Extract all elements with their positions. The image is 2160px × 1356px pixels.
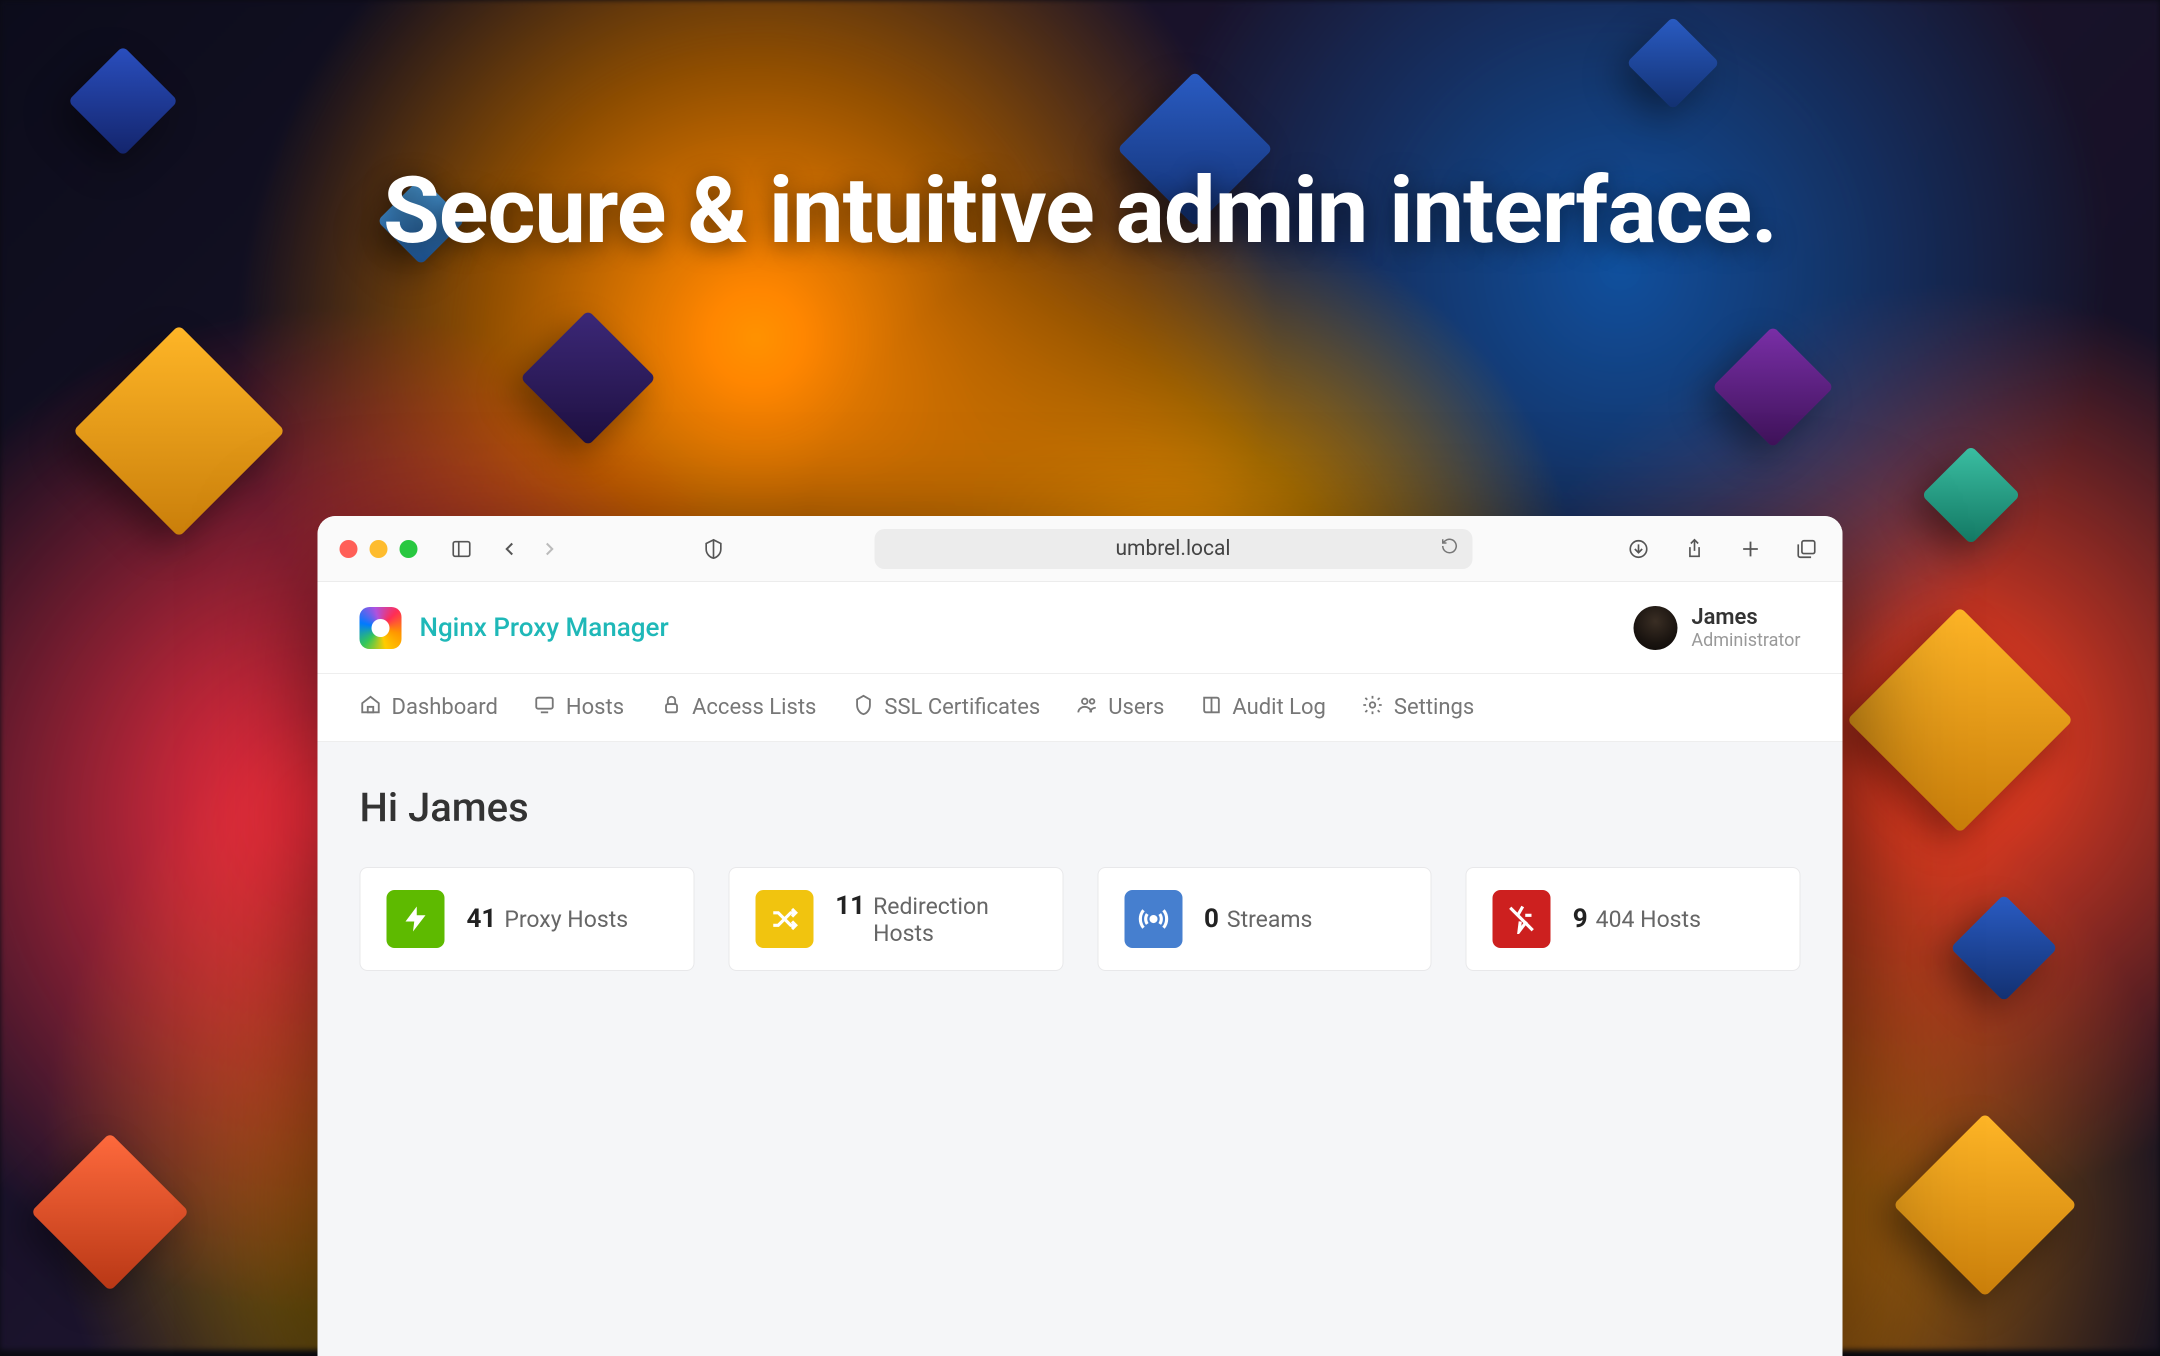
- nav-label: Dashboard: [392, 695, 498, 720]
- gear-icon: [1362, 694, 1384, 722]
- nav-settings[interactable]: Settings: [1362, 694, 1474, 722]
- avatar: [1633, 606, 1677, 650]
- nav-access-lists[interactable]: Access Lists: [660, 694, 816, 722]
- app-nav: Dashboard Hosts Access Lists SSL Certifi…: [318, 674, 1843, 742]
- close-window-button[interactable]: [340, 540, 358, 558]
- nav-label: SSL Certificates: [884, 695, 1040, 720]
- downloads-icon[interactable]: [1625, 535, 1653, 563]
- reload-icon[interactable]: [1440, 537, 1458, 561]
- nav-label: Users: [1108, 695, 1164, 720]
- shield-icon[interactable]: [700, 535, 728, 563]
- card-label: Streams: [1227, 906, 1313, 933]
- back-button[interactable]: [496, 535, 524, 563]
- minimize-window-button[interactable]: [370, 540, 388, 558]
- brand-name: Nginx Proxy Manager: [420, 613, 669, 643]
- nav-label: Access Lists: [692, 695, 816, 720]
- card-redirection-hosts[interactable]: 11 Redirection Hosts: [728, 867, 1063, 971]
- app-header: Nginx Proxy Manager James Administrator: [318, 582, 1843, 674]
- nav-label: Settings: [1394, 695, 1474, 720]
- user-menu[interactable]: James Administrator: [1633, 605, 1800, 651]
- user-name: James: [1691, 605, 1800, 630]
- card-streams[interactable]: 0 Streams: [1097, 867, 1432, 971]
- nav-audit-log[interactable]: Audit Log: [1200, 694, 1326, 722]
- radio-icon: [1124, 890, 1182, 948]
- lock-icon: [660, 694, 682, 722]
- sidebar-toggle-button[interactable]: [448, 535, 476, 563]
- brand[interactable]: Nginx Proxy Manager: [360, 607, 669, 649]
- nav-dashboard[interactable]: Dashboard: [360, 694, 498, 722]
- url-text: umbrel.local: [1115, 537, 1230, 561]
- card-404-hosts[interactable]: 9 404 Hosts: [1466, 867, 1801, 971]
- zap-icon: [387, 890, 445, 948]
- card-count: 0: [1204, 904, 1219, 934]
- card-count: 9: [1573, 904, 1588, 934]
- browser-window: umbrel.local Nginx Proxy Manager: [318, 516, 1843, 1356]
- greeting-heading: Hi James: [360, 784, 1801, 831]
- maximize-window-button[interactable]: [400, 540, 418, 558]
- shuffle-icon: [755, 890, 813, 948]
- window-controls: [340, 540, 418, 558]
- hero-headline: Secure & intuitive admin interface.: [383, 158, 1777, 265]
- nav-hosts[interactable]: Hosts: [534, 694, 624, 722]
- stats-cards-row: 41 Proxy Hosts 11 Redirection Hosts: [360, 867, 1801, 971]
- app-root: Nginx Proxy Manager James Administrator …: [318, 582, 1843, 1356]
- nav-label: Hosts: [566, 695, 624, 720]
- card-label: Redirection Hosts: [873, 893, 1036, 947]
- new-tab-icon[interactable]: [1737, 535, 1765, 563]
- nav-users[interactable]: Users: [1076, 694, 1164, 722]
- card-count: 11: [835, 891, 865, 921]
- users-icon: [1076, 694, 1098, 722]
- book-icon: [1200, 694, 1222, 722]
- home-icon: [360, 694, 382, 722]
- content-area: Hi James 41 Proxy Hosts 1: [318, 742, 1843, 1356]
- zap-off-icon: [1493, 890, 1551, 948]
- monitor-icon: [534, 694, 556, 722]
- tabs-icon[interactable]: [1793, 535, 1821, 563]
- browser-chrome: umbrel.local: [318, 516, 1843, 582]
- shield-outline-icon: [852, 694, 874, 722]
- brand-logo-icon: [360, 607, 402, 649]
- nav-ssl-certificates[interactable]: SSL Certificates: [852, 694, 1040, 722]
- card-count: 41: [467, 904, 497, 934]
- card-label: Proxy Hosts: [504, 906, 628, 933]
- card-proxy-hosts[interactable]: 41 Proxy Hosts: [360, 867, 695, 971]
- nav-label: Audit Log: [1232, 695, 1326, 720]
- card-label: 404 Hosts: [1596, 906, 1701, 933]
- forward-button[interactable]: [536, 535, 564, 563]
- share-icon[interactable]: [1681, 535, 1709, 563]
- url-bar[interactable]: umbrel.local: [874, 529, 1472, 569]
- user-role: Administrator: [1691, 630, 1800, 651]
